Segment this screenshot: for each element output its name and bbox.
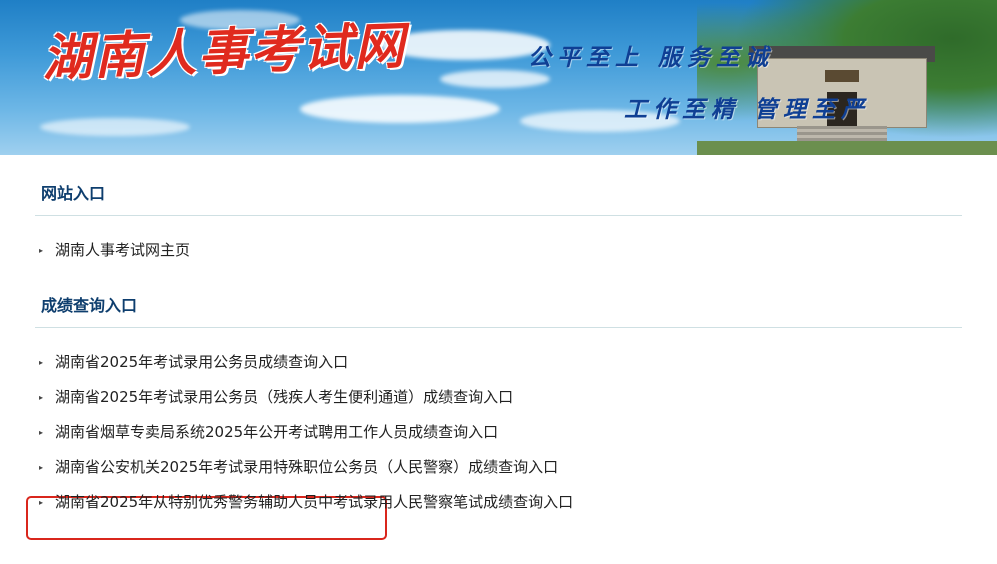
bullet-icon: ▸ [39, 246, 44, 255]
list-item-homepage-link[interactable]: ▸ 湖南人事考试网主页 [35, 233, 962, 268]
link-label[interactable]: 湖南省2025年考试录用公务员成绩查询入口 [55, 353, 348, 371]
slogan-line-2: 工作至精 管理至严 [624, 96, 871, 123]
site-logo[interactable]: 湖南人事考试网 [41, 6, 407, 91]
bullet-icon: ▸ [39, 498, 44, 507]
section-divider [35, 215, 962, 216]
score-query-list: ▸ 湖南省2025年考试录用公务员成绩查询入口 ▸ 湖南省2025年考试录用公务… [35, 345, 962, 520]
plaque-decoration [825, 70, 859, 82]
section-title-score-query: 成绩查询入口 [41, 296, 138, 315]
list-item-civil-servant-score[interactable]: ▸ 湖南省2025年考试录用公务员成绩查询入口 [35, 345, 962, 380]
cloud-decoration [300, 95, 500, 123]
building-scenery-image [697, 0, 997, 155]
list-item-disabled-channel-score[interactable]: ▸ 湖南省2025年考试录用公务员（残疾人考生便利通道）成绩查询入口 [35, 380, 962, 415]
main-content: 网站入口 ▸ 湖南人事考试网主页 成绩查询入口 ▸ 湖南省2025年考试录用公务… [26, 155, 962, 540]
bullet-icon: ▸ [39, 428, 44, 437]
website-entry-list: ▸ 湖南人事考试网主页 [35, 233, 962, 268]
bullet-icon: ▸ [39, 463, 44, 472]
link-label[interactable]: 湖南人事考试网主页 [55, 241, 190, 259]
list-item-police-score[interactable]: ▸ 湖南省公安机关2025年考试录用特殊职位公务员（人民警察）成绩查询入口 [35, 450, 962, 485]
bullet-icon: ▸ [39, 393, 44, 402]
score-query-section: 成绩查询入口 ▸ 湖南省2025年考试录用公务员成绩查询入口 ▸ 湖南省2025… [35, 295, 962, 520]
section-divider [35, 327, 962, 328]
bullet-icon: ▸ [39, 358, 44, 367]
link-label[interactable]: 湖南省2025年从特别优秀警务辅助人员中考试录用人民警察笔试成绩查询入口 [55, 493, 573, 511]
list-item-tobacco-bureau-score[interactable]: ▸ 湖南省烟草专卖局系统2025年公开考试聘用工作人员成绩查询入口 [35, 415, 962, 450]
cloud-decoration [440, 70, 550, 88]
slogan-line-1: 公平至上 服务至诚 [528, 44, 775, 71]
list-item-auxiliary-police-score[interactable]: ▸ 湖南省2025年从特别优秀警务辅助人员中考试录用人民警察笔试成绩查询入口 [35, 485, 962, 520]
link-label[interactable]: 湖南省2025年考试录用公务员（残疾人考生便利通道）成绩查询入口 [55, 388, 513, 406]
ground-decoration [697, 141, 997, 155]
section-title-website-entry: 网站入口 [41, 184, 106, 203]
link-label[interactable]: 湖南省公安机关2025年考试录用特殊职位公务员（人民警察）成绩查询入口 [55, 458, 558, 476]
cloud-decoration [40, 118, 190, 136]
header-banner: 湖南人事考试网 公平至上 服务至诚 工作至精 管理至严 [0, 0, 997, 155]
website-entry-section: 网站入口 ▸ 湖南人事考试网主页 [35, 183, 962, 268]
link-label[interactable]: 湖南省烟草专卖局系统2025年公开考试聘用工作人员成绩查询入口 [55, 423, 498, 441]
